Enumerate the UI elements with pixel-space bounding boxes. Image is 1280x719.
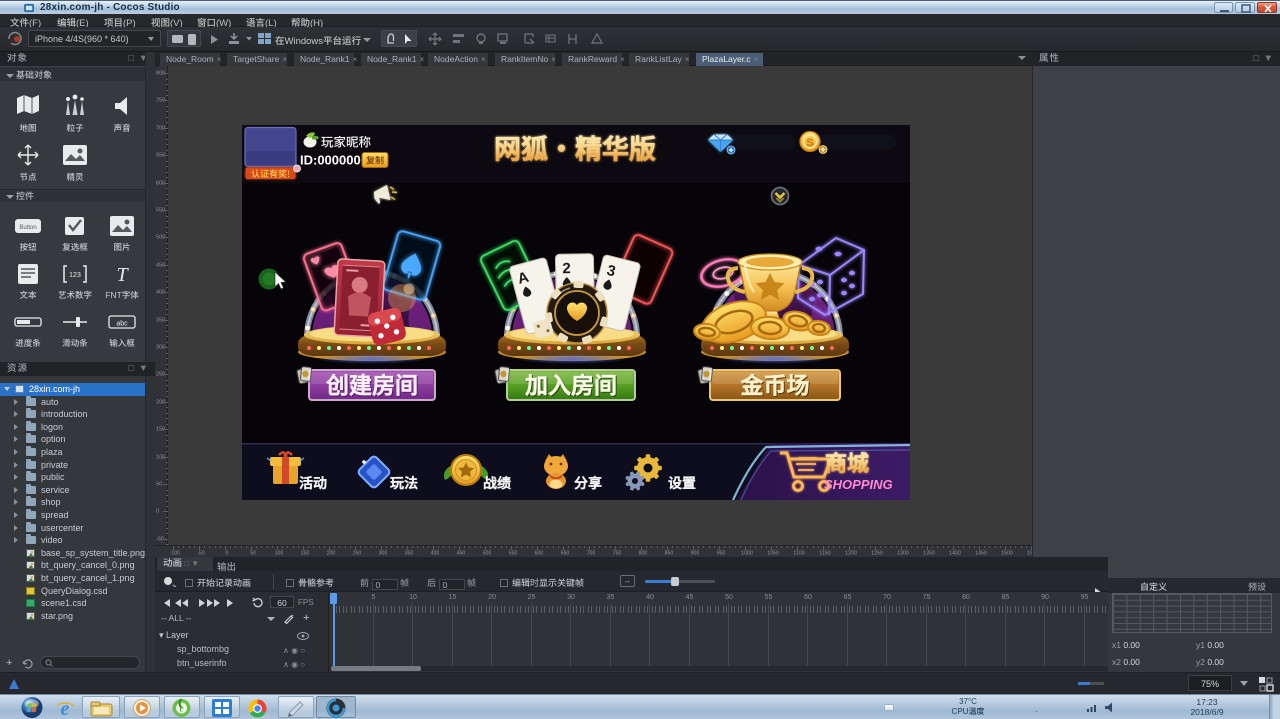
- svg-text:玩法: 玩法: [390, 473, 418, 493]
- svg-text:123: 123: [69, 272, 81, 279]
- svg-text:认证有奖!: 认证有奖!: [251, 167, 290, 180]
- svg-text:2: 2: [562, 260, 571, 277]
- svg-text:玩家昵称: 玩家昵称: [321, 132, 372, 151]
- svg-text:活动: 活动: [299, 473, 327, 493]
- svg-text:abc: abc: [116, 321, 128, 328]
- svg-text:金币场: 金币场: [740, 367, 810, 401]
- svg-text:e: e: [180, 704, 184, 714]
- svg-text:网狐·精华版: 网狐·精华版: [494, 128, 656, 167]
- svg-text:分享: 分享: [574, 473, 602, 493]
- svg-text:商城: 商城: [825, 446, 869, 478]
- svg-text:加入房间: 加入房间: [524, 367, 617, 401]
- svg-text:战绩: 战绩: [483, 473, 511, 493]
- svg-text:S: S: [806, 137, 813, 149]
- svg-text:复制: 复制: [366, 154, 384, 167]
- svg-text:设置: 设置: [668, 473, 696, 493]
- svg-text:e: e: [61, 698, 70, 718]
- svg-text:SHOPPING: SHOPPING: [824, 477, 893, 492]
- svg-text:Button: Button: [19, 225, 36, 231]
- svg-text:T: T: [116, 264, 129, 286]
- svg-text:ID:000000: ID:000000: [300, 153, 361, 168]
- svg-text:创建房间: 创建房间: [325, 367, 418, 401]
